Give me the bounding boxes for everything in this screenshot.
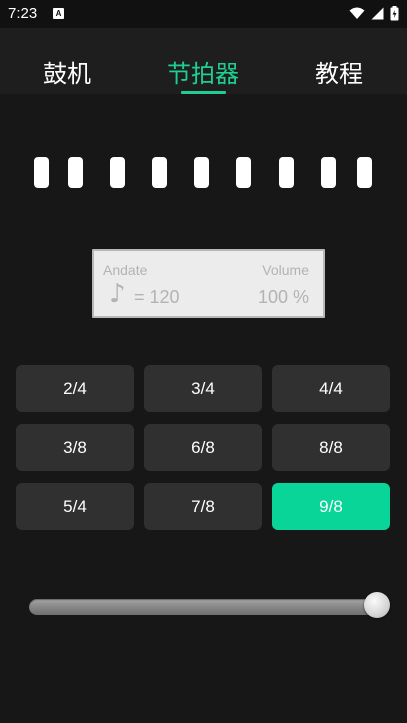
tempo-slider-thumb[interactable] xyxy=(364,592,390,618)
time-signature-button-8-8[interactable]: 8/8 xyxy=(272,424,390,471)
time-signature-button-9-8[interactable]: 9/8 xyxy=(272,483,390,530)
wifi-icon xyxy=(349,7,365,19)
time-signature-button-2-4[interactable]: 2/4 xyxy=(16,365,134,412)
beat-indicator xyxy=(357,157,372,188)
status-time: 7:23 xyxy=(8,5,38,22)
time-signature-button-3-4[interactable]: 3/4 xyxy=(144,365,262,412)
time-signature-button-7-8[interactable]: 7/8 xyxy=(144,483,262,530)
time-signature-button-5-4[interactable]: 5/4 xyxy=(16,483,134,530)
cellular-signal-icon xyxy=(371,7,384,20)
beat-indicator xyxy=(34,157,49,188)
tempo-display: Andate Volume ♪ = 120 100 % xyxy=(92,249,325,318)
bpm-value: = 120 xyxy=(134,287,180,307)
status-bar: 7:23 A xyxy=(0,0,407,28)
time-signature-button-4-4[interactable]: 4/4 xyxy=(272,365,390,412)
battery-charging-icon xyxy=(390,6,399,21)
beat-indicator xyxy=(321,157,336,188)
beat-indicator xyxy=(68,157,83,188)
notification-icon: A xyxy=(53,8,64,19)
volume-value: 100 % xyxy=(257,287,309,307)
system-icons xyxy=(349,6,399,21)
time-signature-button-6-8[interactable]: 6/8 xyxy=(144,424,262,471)
tab-tutorial[interactable]: 教程 xyxy=(315,54,363,89)
beat-indicator xyxy=(279,157,294,188)
beat-indicator xyxy=(194,157,209,188)
beat-indicator xyxy=(110,157,125,188)
tab-metronome[interactable]: 节拍器 xyxy=(167,54,239,89)
time-signature-button-3-8[interactable]: 3/8 xyxy=(16,424,134,471)
tempo-name-label: Andate xyxy=(103,262,148,278)
music-note-icon: ♪ xyxy=(109,279,126,309)
beat-indicator xyxy=(152,157,167,188)
beat-indicators xyxy=(0,157,407,189)
tab-bar: 鼓机 节拍器 教程 xyxy=(0,28,407,94)
beat-indicator xyxy=(236,157,251,188)
tab-drum-machine[interactable]: 鼓机 xyxy=(43,54,91,89)
tempo-slider-track[interactable] xyxy=(29,599,377,615)
active-tab-indicator xyxy=(181,91,226,94)
volume-label: Volume xyxy=(262,262,309,278)
